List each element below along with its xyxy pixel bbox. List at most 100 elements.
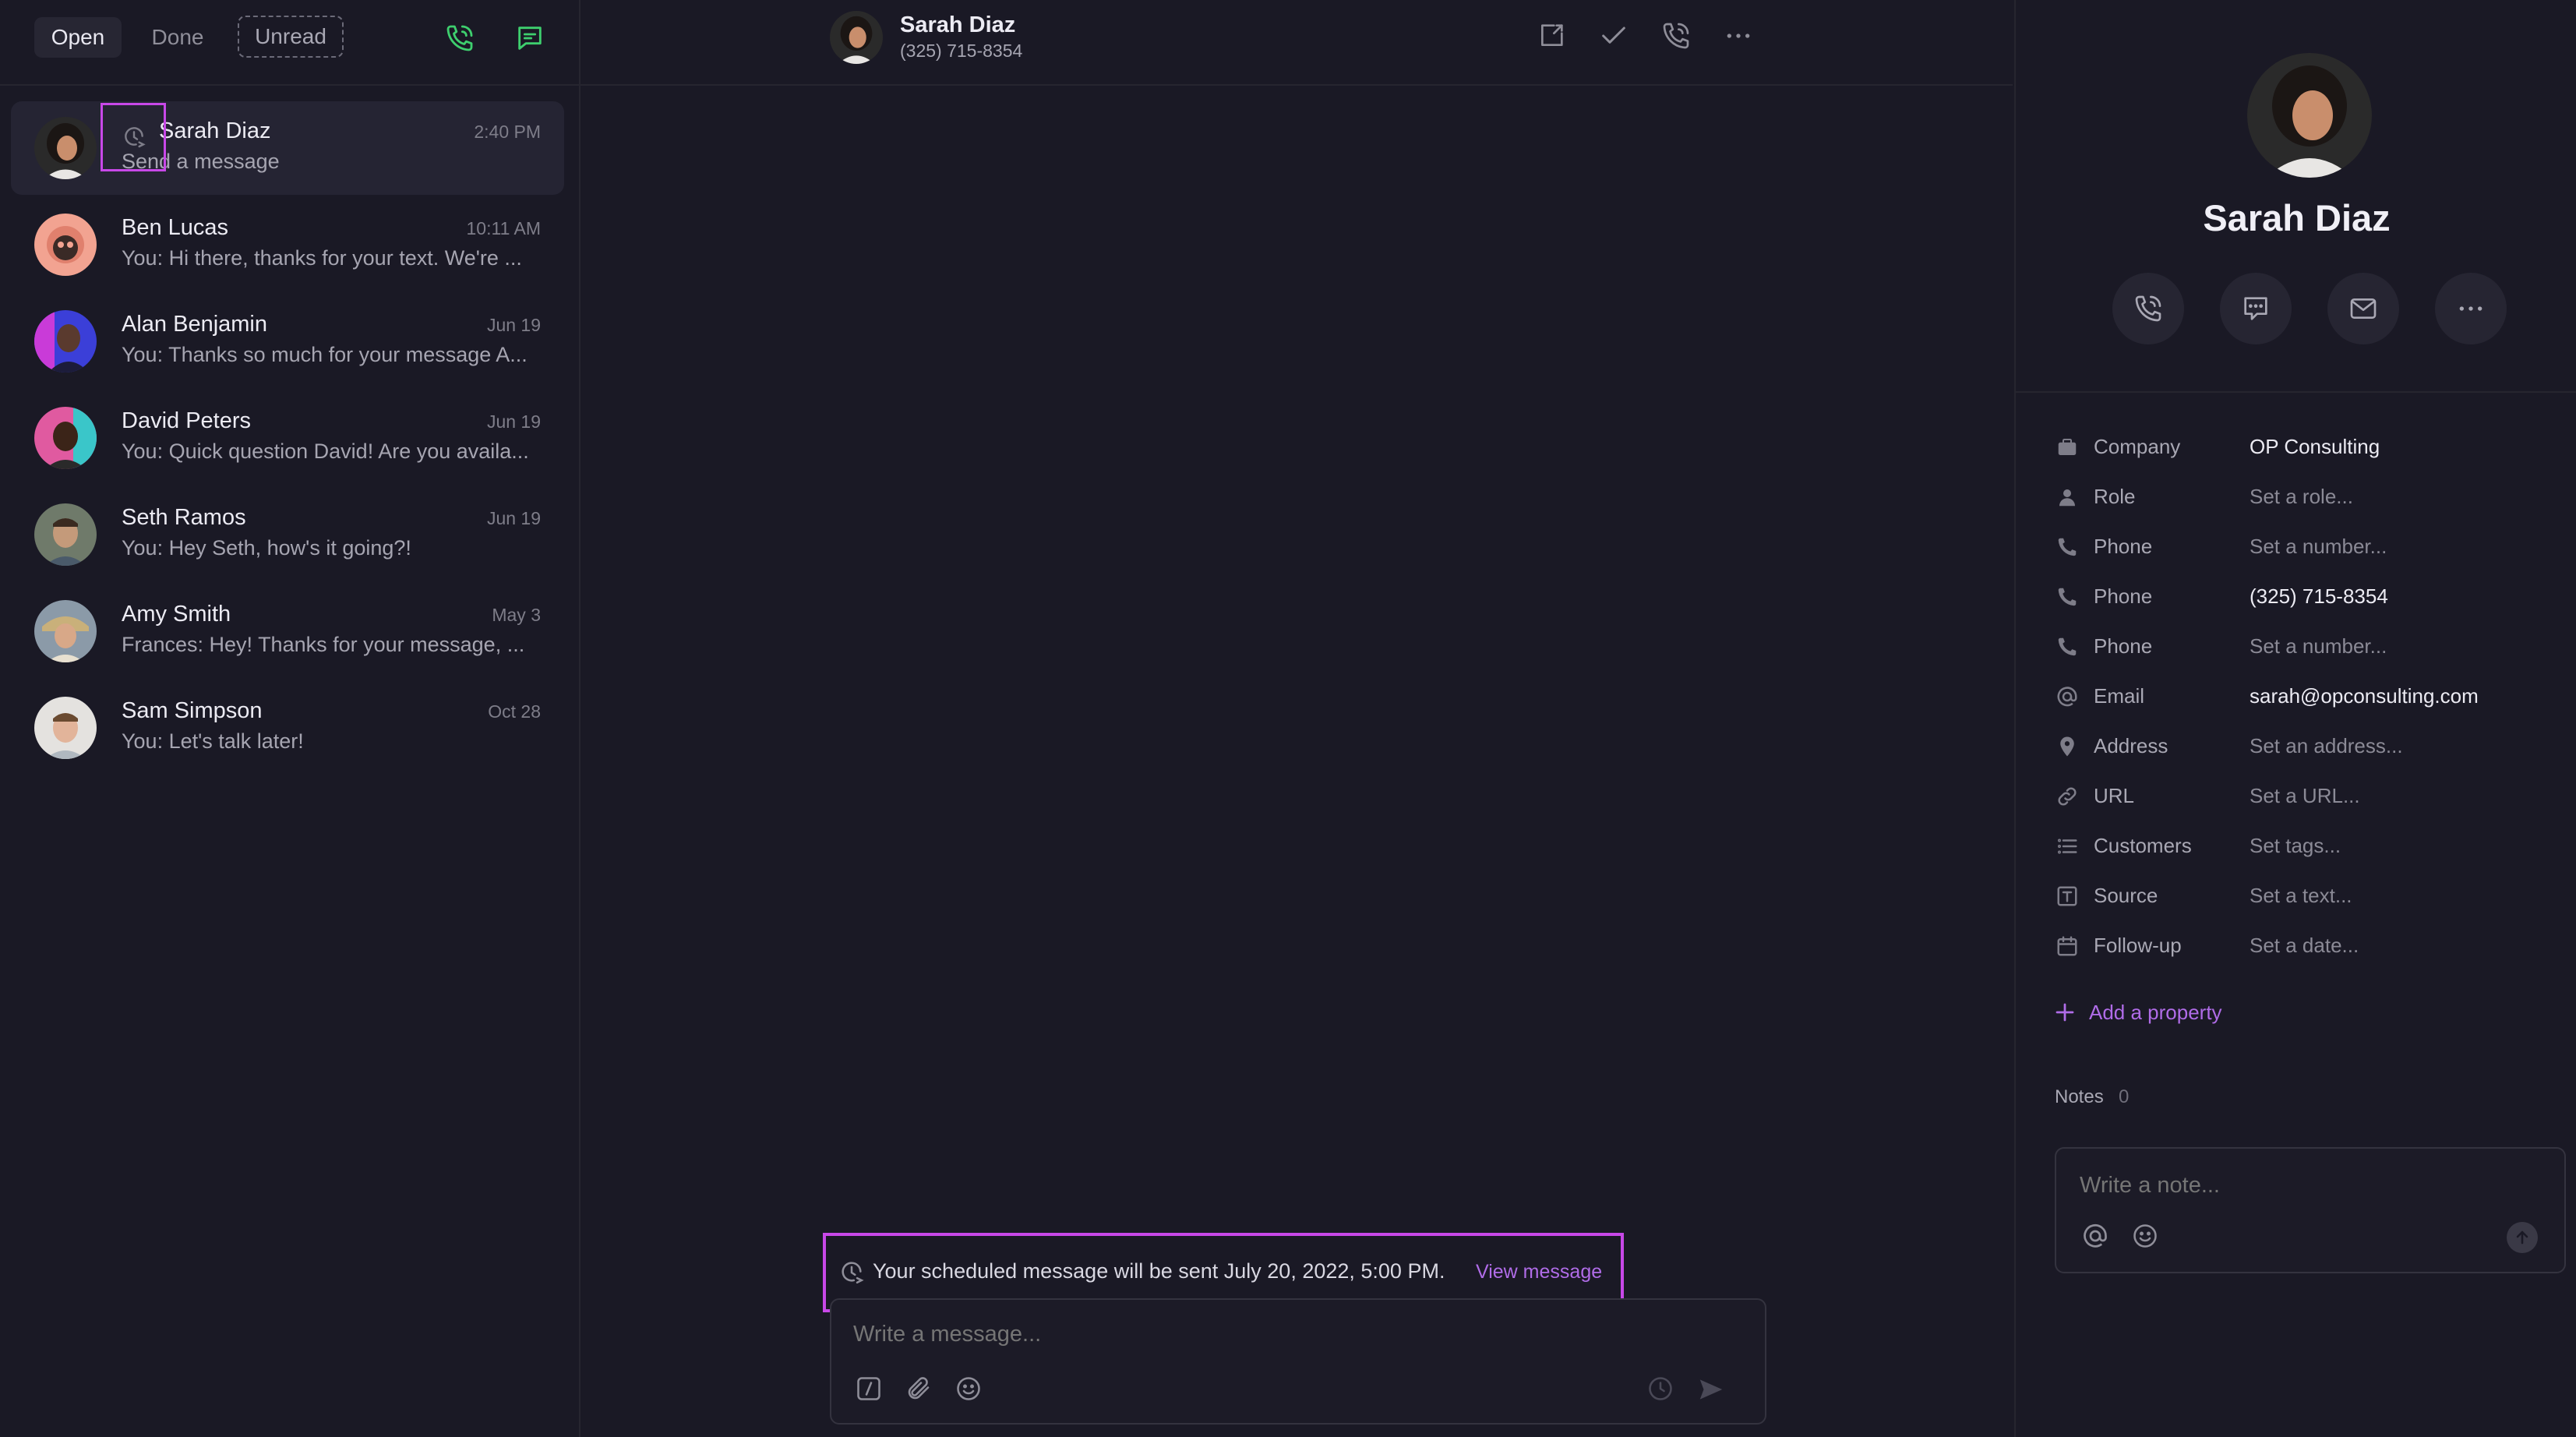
message-input[interactable] [852, 1315, 1712, 1353]
more-icon [2455, 293, 2486, 324]
email-button[interactable] [2327, 273, 2399, 344]
conversation-preview: Frances: Hey! Thanks for your message, .… [122, 633, 525, 656]
call-button[interactable] [2112, 273, 2184, 344]
add-property-button[interactable]: Add a property [2053, 997, 2287, 1029]
property-phone[interactable]: Phone Set a number... [2055, 628, 2553, 667]
emoji-icon[interactable] [955, 1375, 983, 1403]
slash-command-icon[interactable] [855, 1375, 883, 1403]
avatar [34, 310, 97, 372]
property-phone[interactable]: Phone Set a number... [2055, 528, 2553, 567]
property-value[interactable]: Set a text... [2250, 884, 2352, 908]
property-value[interactable]: Set a role... [2250, 485, 2353, 509]
property-phone[interactable]: Phone (325) 715-8354 [2055, 578, 2553, 617]
phone-icon [2133, 293, 2164, 324]
conversation-item-amy-smith[interactable]: Amy Smith May 3 Frances: Hey! Thanks for… [11, 584, 564, 678]
conversation-preview: You: Hi there, thanks for your text. We'… [122, 246, 522, 270]
submit-note-button[interactable] [2507, 1222, 2538, 1253]
conversation-preview: You: Thanks so much for your message A..… [122, 343, 528, 366]
conversation-item-david-peters[interactable]: David Peters Jun 19 You: Quick question … [11, 391, 564, 485]
chat-contact-name[interactable]: Sarah Diaz [900, 12, 1015, 38]
new-message-icon[interactable] [510, 19, 549, 58]
schedule-clock-icon[interactable] [1646, 1375, 1674, 1403]
property-source[interactable]: Source Set a text... [2055, 877, 2553, 916]
property-value[interactable]: Set a number... [2250, 535, 2387, 559]
conversation-item-seth-ramos[interactable]: Seth Ramos Jun 19 You: Hey Seth, how's i… [11, 488, 564, 581]
message-icon [2240, 293, 2271, 324]
phone-icon[interactable] [440, 19, 479, 58]
phone-icon [2055, 634, 2080, 659]
phone-icon[interactable] [1660, 20, 1692, 51]
divider [2016, 391, 2576, 393]
tab-open[interactable]: Open [34, 17, 122, 58]
property-follow-up[interactable]: Follow-up Set a date... [2055, 927, 2553, 966]
property-label: Email [2094, 684, 2145, 708]
conversation-preview: Send a message [122, 150, 280, 173]
property-role[interactable]: Role Set a role... [2055, 478, 2553, 517]
more-button[interactable] [2435, 273, 2507, 344]
note-input[interactable] [2078, 1167, 2518, 1203]
add-property-label: Add a property [2089, 1001, 2222, 1024]
avatar [34, 214, 97, 276]
property-value[interactable]: Set an address... [2250, 734, 2403, 758]
property-value[interactable]: Set tags... [2250, 834, 2341, 858]
contact-name: Sarah Diaz [2203, 197, 2391, 238]
contact-details-pane: Sarah Diaz Company OP Consulting Role Se… [2014, 0, 2576, 1437]
avatar[interactable] [830, 11, 883, 64]
scheduled-message-text: Your scheduled message will be sent July… [873, 1259, 1445, 1283]
property-url[interactable]: URL Set a URL... [2055, 778, 2553, 817]
conversation-item-sarah-diaz[interactable]: Sarah Diaz 2:40 PM Send a message [11, 101, 564, 195]
property-value[interactable]: Set a URL... [2250, 784, 2360, 808]
message-button[interactable] [2220, 273, 2292, 344]
conversation-time: May 3 [492, 605, 541, 625]
conversation-preview: You: Quick question David! Are you avail… [122, 440, 529, 463]
conversation-preview: You: Let's talk later! [122, 729, 304, 753]
conversation-name: Sarah Diaz [159, 118, 271, 143]
property-label: Phone [2094, 584, 2153, 608]
clock-send-icon [838, 1259, 865, 1286]
property-value[interactable]: OP Consulting [2250, 435, 2380, 459]
notes-count: 0 [2119, 1086, 2130, 1107]
more-icon[interactable] [1723, 20, 1754, 51]
property-label: Role [2094, 485, 2136, 508]
conversation-name: David Peters [122, 408, 252, 433]
location-icon [2055, 734, 2080, 759]
view-message-link[interactable]: View message [1476, 1261, 1602, 1283]
check-icon[interactable] [1598, 20, 1629, 51]
conversation-item-ben-lucas[interactable]: Ben Lucas 10:11 AM You: Hi there, thanks… [11, 198, 564, 291]
calendar-icon [2055, 934, 2080, 959]
property-customers[interactable]: Customers Set tags... [2055, 828, 2553, 867]
emoji-icon[interactable] [2131, 1222, 2159, 1250]
tab-unread[interactable]: Unread [238, 16, 344, 58]
property-value[interactable]: (325) 715-8354 [2250, 584, 2388, 609]
conversation-time: 2:40 PM [474, 122, 541, 142]
avatar [34, 600, 97, 662]
property-value[interactable]: Set a date... [2250, 934, 2359, 958]
conversation-item-sam-simpson[interactable]: Sam Simpson Oct 28 You: Let's talk later… [11, 681, 564, 775]
attachment-icon[interactable] [905, 1375, 933, 1403]
open-in-new-icon[interactable] [1536, 20, 1567, 51]
phone-icon [2055, 535, 2080, 560]
property-address[interactable]: Address Set an address... [2055, 728, 2553, 767]
conversation-filter-bar: Open Done Unread [0, 0, 579, 86]
tab-done[interactable]: Done [139, 17, 217, 58]
property-label: Customers [2094, 834, 2192, 857]
person-icon [2055, 485, 2080, 510]
property-company[interactable]: Company OP Consulting [2055, 429, 2553, 468]
send-icon[interactable] [1696, 1375, 1726, 1404]
avatar [34, 503, 97, 566]
conversation-time: Oct 28 [488, 701, 541, 722]
mention-icon[interactable] [2081, 1222, 2109, 1250]
highlight-box-scheduled-icon [101, 103, 166, 171]
property-label: Follow-up [2094, 934, 2182, 957]
link-icon [2055, 784, 2080, 809]
conversation-time: 10:11 AM [466, 218, 541, 238]
phone-icon [2055, 584, 2080, 609]
avatar [34, 117, 97, 179]
property-email[interactable]: Email sarah@opconsulting.com [2055, 678, 2553, 717]
conversation-name: Ben Lucas [122, 215, 229, 240]
property-value[interactable]: sarah@opconsulting.com [2250, 684, 2479, 708]
conversation-time: Jun 19 [486, 508, 541, 528]
contact-avatar [2247, 53, 2372, 178]
conversation-item-alan-benjamin[interactable]: Alan Benjamin Jun 19 You: Thanks so much… [11, 295, 564, 388]
property-value[interactable]: Set a number... [2250, 634, 2387, 658]
